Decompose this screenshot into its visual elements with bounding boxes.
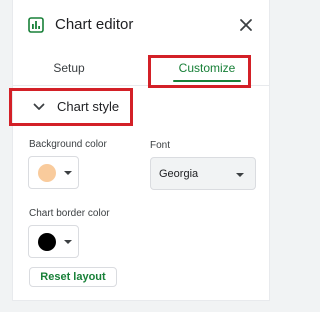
tab-setup-label: Setup — [53, 61, 85, 75]
editor-tabs: Setup Customize — [13, 52, 269, 86]
chart-style-section-header[interactable]: Chart style — [13, 88, 269, 126]
border-color-label: Chart border color — [29, 208, 110, 219]
background-color-swatch — [38, 164, 56, 182]
dropdown-caret-icon — [236, 173, 244, 177]
reset-layout-button[interactable]: Reset layout — [29, 267, 117, 287]
dropdown-caret-icon — [64, 240, 72, 244]
font-select[interactable]: Georgia — [150, 157, 256, 190]
chart-style-label: Chart style — [57, 99, 120, 114]
panel-title: Chart editor — [55, 16, 134, 33]
border-color-swatch — [38, 233, 56, 251]
border-color-button[interactable] — [28, 225, 79, 258]
font-label: Font — [150, 140, 171, 151]
chart-editor-header: Chart editor — [13, 0, 269, 52]
chart-editor-panel: Chart editor Setup Customize Chart style… — [12, 0, 270, 301]
tab-customize-label: Customize — [178, 61, 236, 75]
close-icon[interactable] — [239, 18, 253, 32]
active-tab-indicator — [173, 80, 241, 82]
chevron-down-icon — [33, 103, 45, 110]
chart-icon — [28, 17, 44, 33]
tab-setup[interactable]: Setup — [43, 52, 95, 86]
dropdown-caret-icon — [64, 171, 72, 175]
tab-customize[interactable]: Customize — [161, 52, 253, 86]
background-color-label: Background color — [29, 139, 107, 150]
background-color-button[interactable] — [28, 156, 79, 189]
font-select-value: Georgia — [159, 168, 199, 180]
